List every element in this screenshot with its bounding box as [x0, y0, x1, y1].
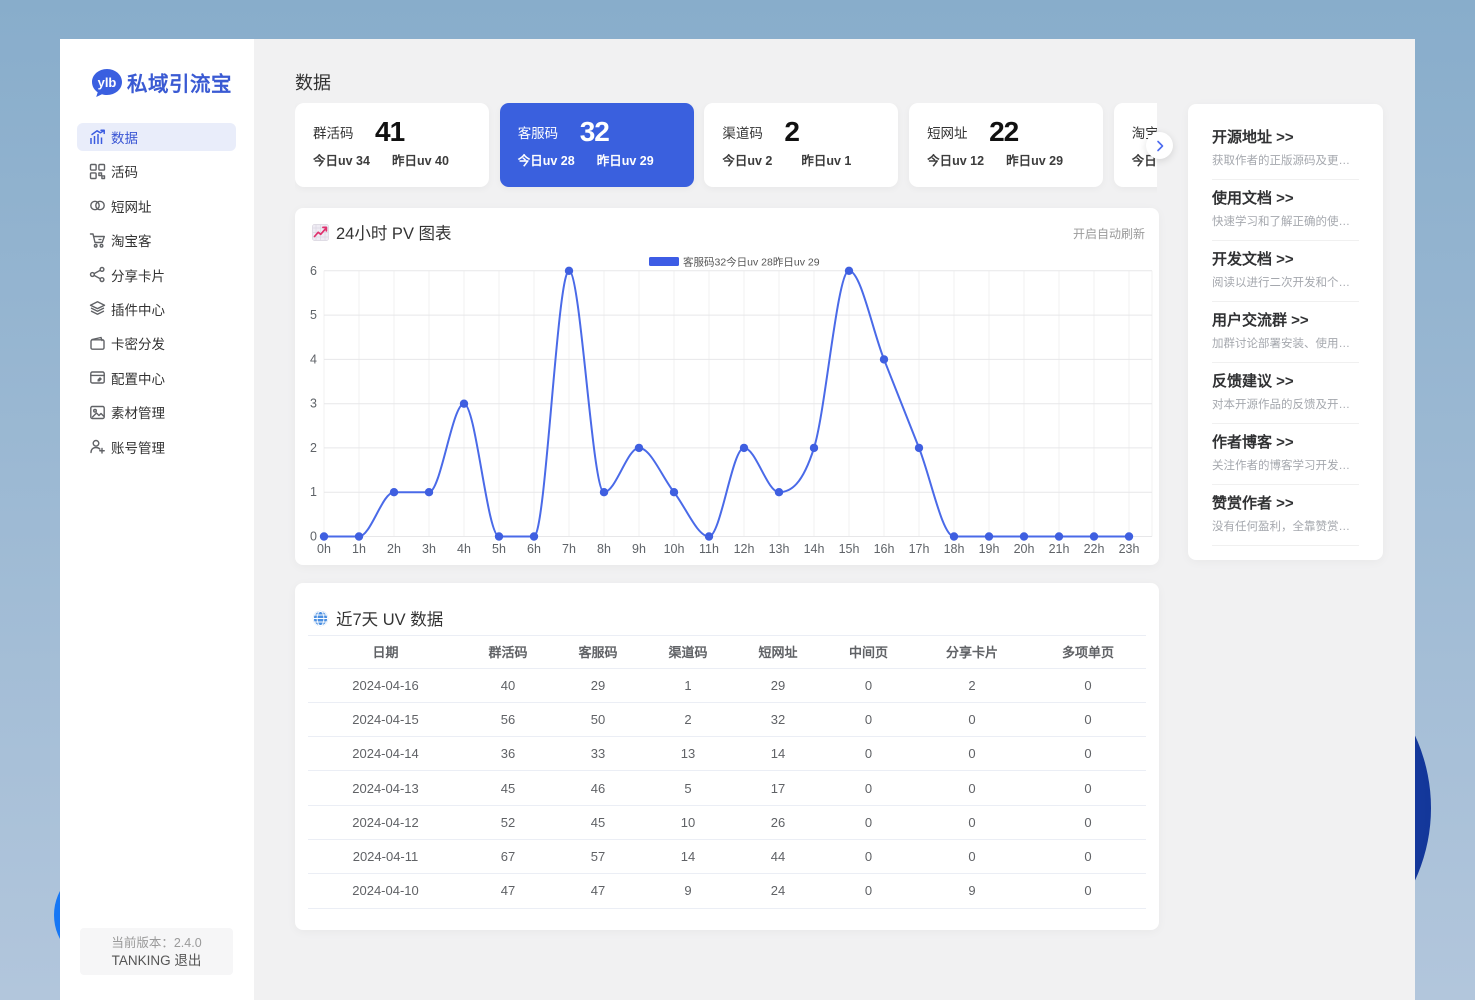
svg-text:12h: 12h [734, 542, 755, 556]
svg-text:2h: 2h [387, 542, 401, 556]
svg-text:8h: 8h [597, 542, 611, 556]
svg-text:客服码32今日uv 28昨日uv 29: 客服码32今日uv 28昨日uv 29 [683, 256, 820, 269]
svg-text:4: 4 [310, 352, 317, 366]
svg-text:1: 1 [310, 485, 317, 499]
svg-text:18h: 18h [944, 542, 965, 556]
svg-text:11h: 11h [699, 542, 719, 556]
svg-text:13h: 13h [769, 542, 790, 556]
svg-text:3: 3 [310, 397, 317, 411]
svg-text:1h: 1h [352, 542, 366, 556]
svg-text:20h: 20h [1014, 542, 1035, 556]
svg-text:6: 6 [310, 264, 317, 278]
svg-text:9h: 9h [632, 542, 646, 556]
svg-text:17h: 17h [909, 542, 930, 556]
svg-text:5h: 5h [492, 542, 506, 556]
svg-text:15h: 15h [839, 542, 860, 556]
svg-text:19h: 19h [979, 542, 1000, 556]
svg-text:0h: 0h [317, 542, 331, 556]
svg-text:21h: 21h [1049, 542, 1070, 556]
svg-text:23h: 23h [1119, 542, 1140, 556]
svg-text:5: 5 [310, 308, 317, 322]
svg-text:7h: 7h [562, 542, 576, 556]
svg-text:4h: 4h [457, 542, 471, 556]
svg-text:0: 0 [310, 530, 317, 544]
svg-text:10h: 10h [664, 542, 685, 556]
svg-text:ylb: ylb [98, 75, 117, 90]
svg-text:2: 2 [310, 441, 317, 455]
svg-text:3h: 3h [422, 542, 436, 556]
svg-text:22h: 22h [1084, 542, 1105, 556]
svg-text:6h: 6h [527, 542, 541, 556]
svg-text:14h: 14h [804, 542, 825, 556]
svg-text:16h: 16h [874, 542, 895, 556]
